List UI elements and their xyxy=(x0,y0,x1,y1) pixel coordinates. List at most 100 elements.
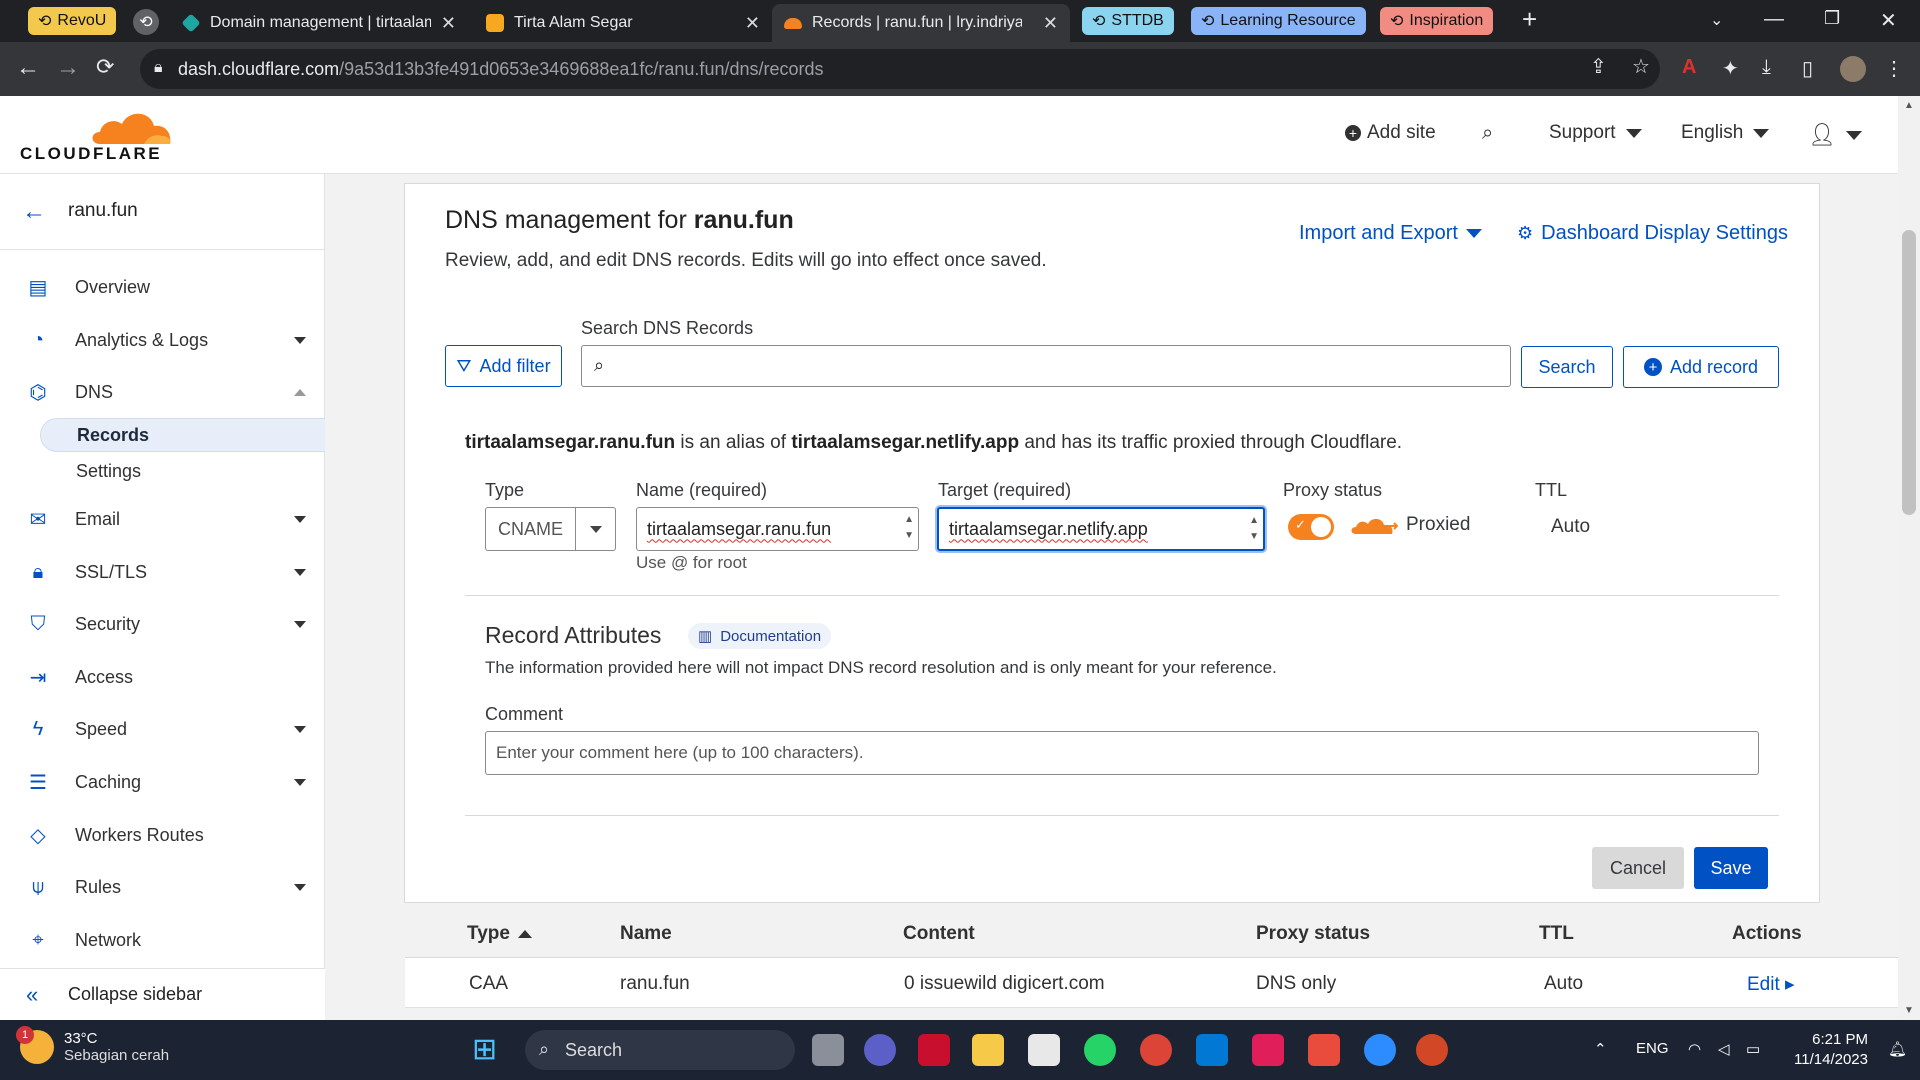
download-icon[interactable]: ⤓ xyxy=(1762,56,1771,79)
import-export-menu[interactable]: Import and Export xyxy=(1299,222,1482,245)
sidebar-item-email[interactable]: ✉ Email xyxy=(0,498,325,540)
spinner-icon[interactable]: ▲ ▼ xyxy=(1249,513,1259,545)
user-menu[interactable]: 👤︎ xyxy=(1808,122,1862,148)
tab-domain-management[interactable]: Domain management | tirtaalam ✕ xyxy=(170,4,468,42)
whatsapp-icon[interactable] xyxy=(1084,1034,1116,1066)
proxy-toggle[interactable]: ✓ xyxy=(1288,514,1334,540)
pdf-extension-icon[interactable]: A xyxy=(1682,56,1696,79)
forward-icon[interactable]: → xyxy=(56,54,80,82)
back-icon[interactable]: ← xyxy=(16,54,40,82)
record-target-input[interactable]: tirtaalamsegar.netlify.app ▲ ▼ xyxy=(937,507,1265,551)
sidebar-item-dns[interactable]: ⌬ DNS xyxy=(0,371,325,413)
column-content-header[interactable]: Content xyxy=(903,923,975,945)
sidebar-item-rules[interactable]: ⍦ Rules xyxy=(0,866,325,908)
cloudflare-logo[interactable]: CLOUDFLARE xyxy=(20,108,171,164)
tab-group-inspiration[interactable]: ⟲ Inspiration xyxy=(1380,7,1494,35)
vscode-icon[interactable] xyxy=(1196,1034,1228,1066)
search-dns-input[interactable]: ⌕ xyxy=(581,345,1511,387)
windows-start-icon[interactable]: ⊞ xyxy=(472,1034,504,1066)
slack-icon[interactable] xyxy=(1252,1034,1284,1066)
sort-ascending-icon xyxy=(517,929,532,938)
tab-records-ranu-fun[interactable]: Records | ranu.fun | lry.indriyanto ✕ xyxy=(772,4,1070,42)
sidebar-item-security[interactable]: ⛉ Security xyxy=(0,603,325,645)
collapse-sidebar-button[interactable]: « Collapse sidebar xyxy=(0,968,325,1020)
close-tab-icon[interactable]: ✕ xyxy=(1043,13,1058,34)
scrollbar-thumb[interactable] xyxy=(1902,230,1916,515)
dashboard-display-settings-link[interactable]: ⚙ Dashboard Display Settings xyxy=(1517,222,1788,245)
sidebar-item-network[interactable]: ⌖ Network xyxy=(0,919,325,961)
sidebar-subitem-settings[interactable]: Settings xyxy=(40,454,325,488)
zoom-icon[interactable] xyxy=(1364,1034,1396,1066)
close-window-icon[interactable]: ✕ xyxy=(1880,8,1897,33)
back-arrow-icon[interactable]: ← xyxy=(22,198,46,226)
bookmark-star-icon[interactable]: ☆ xyxy=(1632,54,1650,79)
weather-widget[interactable]: 1 33°C Sebagian cerah xyxy=(16,1026,169,1064)
close-tab-icon[interactable]: ✕ xyxy=(441,13,456,34)
sidebar-item-access[interactable]: ⇥ Access xyxy=(0,656,325,698)
side-panel-icon[interactable]: ▯ xyxy=(1802,56,1813,81)
sidebar-item-ssl-tls[interactable]: 🔒︎ SSL/TLS xyxy=(0,551,325,593)
battery-icon[interactable]: ▭ xyxy=(1746,1040,1760,1058)
grouped-tab-icon[interactable]: ⟲ xyxy=(133,9,159,35)
chat-app-icon[interactable] xyxy=(864,1034,896,1066)
save-button[interactable]: Save xyxy=(1694,847,1768,889)
tray-chevron-up-icon[interactable]: ⌃ xyxy=(1594,1040,1607,1058)
page-scrollbar[interactable]: ▲ ▼ xyxy=(1898,96,1920,1020)
profile-avatar[interactable] xyxy=(1840,56,1866,82)
powerpoint-icon[interactable] xyxy=(1416,1034,1448,1066)
sidebar-subitem-records[interactable]: Records xyxy=(40,418,325,452)
tab-group-learning-resource[interactable]: ⟲ Learning Resource xyxy=(1191,7,1366,35)
scroll-up-icon[interactable]: ▲ xyxy=(1904,100,1914,111)
sidebar-item-analytics[interactable]: ◔ Analytics & Logs xyxy=(0,319,325,361)
extensions-puzzle-icon[interactable]: ✦ xyxy=(1722,56,1739,81)
cancel-button[interactable]: Cancel xyxy=(1592,847,1684,889)
notification-bell-icon[interactable]: 🔔︎ xyxy=(1888,1040,1907,1058)
taskbar-search[interactable]: ⌕ Search xyxy=(525,1030,795,1070)
column-proxy-header[interactable]: Proxy status xyxy=(1256,923,1370,945)
sidebar-item-caching[interactable]: ☰ Caching xyxy=(0,761,325,803)
app-icon[interactable] xyxy=(1308,1034,1340,1066)
reload-icon[interactable]: ⟳ xyxy=(96,54,114,80)
column-name-header[interactable]: Name xyxy=(620,923,672,945)
record-type-select[interactable]: CNAME xyxy=(485,507,616,551)
record-name-input[interactable]: tirtaalamsegar.ranu.fun ▲ ▼ xyxy=(636,507,919,551)
url-field[interactable]: 🔒︎ dash.cloudflare.com/9a53d13b3fe491d06… xyxy=(140,49,1660,89)
minimize-icon[interactable]: — xyxy=(1764,8,1784,31)
system-clock[interactable]: 6:21 PM 11/14/2023 xyxy=(1778,1030,1868,1070)
input-language[interactable]: ENG xyxy=(1636,1040,1669,1057)
add-record-button[interactable]: + Add record xyxy=(1623,346,1779,388)
game-app-icon[interactable] xyxy=(918,1034,950,1066)
tab-group-sttdb[interactable]: ⟲ STTDB xyxy=(1082,7,1174,35)
tab-group-revou[interactable]: ⟲ RevoU xyxy=(28,7,117,35)
close-tab-icon[interactable]: ✕ xyxy=(745,13,760,34)
volume-icon[interactable]: ◁ xyxy=(1718,1040,1730,1058)
chevron-down-icon xyxy=(294,883,306,891)
scroll-down-icon[interactable]: ▼ xyxy=(1904,1005,1914,1016)
restore-icon[interactable]: ❐ xyxy=(1824,8,1840,29)
edit-record-link[interactable]: Edit ▸ xyxy=(1747,973,1795,996)
sidebar-item-overview[interactable]: ▤ Overview xyxy=(0,266,325,308)
sidebar-item-workers-routes[interactable]: ◇ Workers Routes xyxy=(0,814,325,856)
language-menu[interactable]: English xyxy=(1681,122,1770,144)
snipping-tool-icon[interactable] xyxy=(1028,1034,1060,1066)
chrome-icon[interactable] xyxy=(1140,1034,1172,1066)
tab-tirta-alam-segar[interactable]: Tirta Alam Segar ✕ xyxy=(474,4,772,42)
sidebar-item-speed[interactable]: ϟ Speed xyxy=(0,708,325,750)
search-button[interactable]: Search xyxy=(1521,346,1613,388)
column-ttl-header[interactable]: TTL xyxy=(1539,923,1574,945)
new-tab-button[interactable]: + xyxy=(1522,4,1537,35)
tab-search-icon[interactable]: ⌄ xyxy=(1710,10,1723,30)
browser-menu-icon[interactable]: ⋮ xyxy=(1884,56,1904,81)
add-site-button[interactable]: + Add site xyxy=(1345,122,1436,144)
file-explorer-icon[interactable] xyxy=(972,1034,1004,1066)
task-view-icon[interactable] xyxy=(812,1034,844,1066)
spinner-icon[interactable]: ▲ ▼ xyxy=(904,512,914,544)
wifi-icon[interactable]: ◠ xyxy=(1688,1040,1701,1058)
documentation-link[interactable]: ▥ Documentation xyxy=(688,623,832,649)
share-icon[interactable]: ⇪ xyxy=(1590,54,1607,79)
comment-input[interactable]: Enter your comment here (up to 100 chara… xyxy=(485,731,1759,775)
add-filter-button[interactable]: ⛛ Add filter xyxy=(445,345,562,387)
search-icon[interactable]: ⌕ xyxy=(1482,122,1493,145)
column-type-header[interactable]: Type xyxy=(467,923,532,945)
support-menu[interactable]: Support xyxy=(1549,122,1642,144)
